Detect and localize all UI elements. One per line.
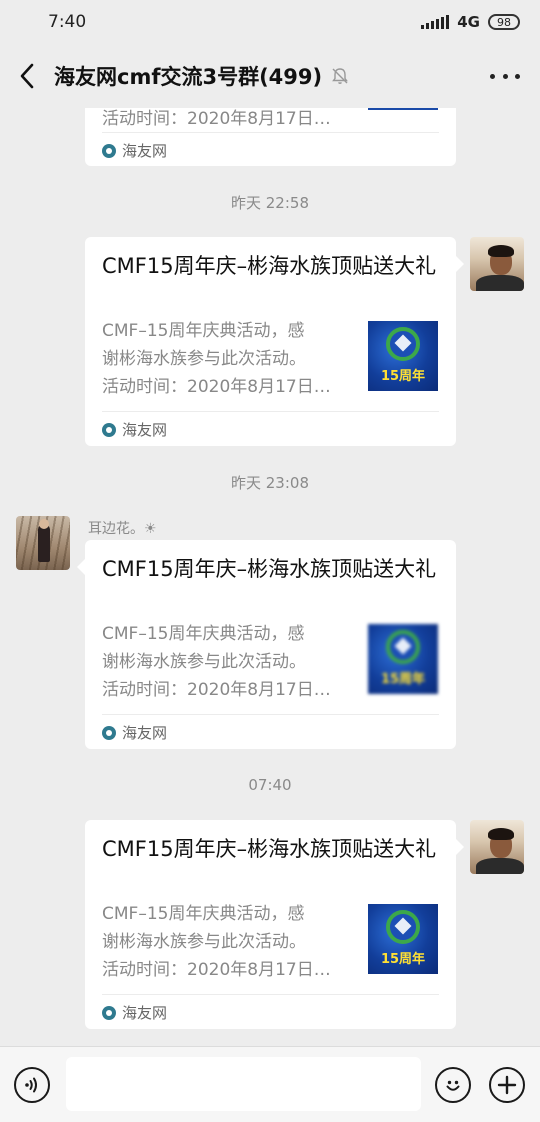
plus-button[interactable] [489, 1067, 525, 1103]
battery-icon: 98 [488, 14, 520, 30]
back-button[interactable] [0, 44, 54, 108]
chevron-left-icon [20, 63, 34, 89]
thumbnail-text: 15周年 [380, 672, 426, 687]
timestamp: 昨天 22:58 [231, 194, 309, 212]
avatar[interactable] [470, 237, 524, 291]
card-thumbnail: 15周年 [368, 904, 438, 974]
source-logo-icon [102, 725, 116, 740]
card-divider [102, 994, 439, 995]
card-divider [102, 714, 439, 715]
timestamp: 昨天 23:08 [231, 474, 309, 492]
plus-icon [497, 1075, 517, 1095]
card-source: 海友网 [102, 419, 167, 440]
card-source-name: 海友网 [122, 142, 168, 160]
card-source: 海友网 [102, 722, 167, 743]
card-source-name: 海友网 [122, 1004, 168, 1022]
bell-muted-icon [330, 66, 350, 86]
source-logo-icon [102, 143, 116, 158]
card-thumbnail: 15周年 [368, 321, 438, 391]
card-source: 海友网 [102, 1002, 167, 1023]
card-source-name: 海友网 [122, 724, 168, 742]
emoji-button[interactable] [435, 1067, 471, 1103]
more-button[interactable] [490, 62, 520, 90]
card-source: 海友网 [102, 140, 167, 161]
chat-title: 海友网cmf交流3号群(499) [54, 65, 323, 89]
source-logo-icon [102, 422, 116, 437]
emoji-icon [446, 1080, 460, 1091]
status-time: 7:40 [48, 12, 87, 32]
avatar[interactable] [470, 820, 524, 874]
thumbnail-text: 15周年 [380, 369, 426, 384]
card-description: CMF–15周年庆典活动，感 谢彬海水族参与此次活动。 活动时间：2020年8月… [102, 321, 331, 397]
input-bar [0, 1046, 540, 1122]
chat-header: 海友网cmf交流3号群(499) [0, 44, 540, 108]
card-source-name: 海友网 [122, 421, 168, 439]
card-description: CMF–15周年庆典活动，感 谢彬海水族参与此次活动。 活动时间：2020年8月… [102, 904, 331, 980]
voice-icon [25, 1077, 37, 1093]
status-bar: 7:40 4G 98 [0, 0, 540, 44]
avatar[interactable] [16, 516, 70, 570]
status-indicators: 4G 98 [421, 13, 520, 31]
more-dots-icon [490, 73, 495, 79]
bubble-tail [456, 839, 464, 855]
timestamp: 07:40 [248, 776, 292, 794]
card-description: 活动时间：2020年8月17日… [102, 109, 331, 129]
link-card[interactable]: CMF15周年庆–彬海水族顶贴送大礼 CMF–15周年庆典活动，感 谢彬海水族参… [85, 540, 456, 749]
card-title: CMF15周年庆–彬海水族顶贴送大礼 [102, 557, 437, 581]
link-card[interactable]: CMF15周年庆–彬海水族顶贴送大礼 CMF–15周年庆典活动，感 谢彬海水族参… [85, 237, 456, 446]
card-title: CMF15周年庆–彬海水族顶贴送大礼 [102, 837, 437, 861]
message-input[interactable] [66, 1057, 421, 1111]
signal-icon [421, 15, 450, 29]
card-thumbnail [368, 108, 438, 110]
sender-name: 耳边花。☀ [88, 521, 157, 537]
source-logo-icon [102, 1005, 116, 1020]
link-card[interactable]: CMF15周年庆–彬海水族顶贴送大礼 CMF–15周年庆典活动，感 谢彬海水族参… [85, 820, 456, 1029]
link-card[interactable]: 活动时间：2020年8月17日… 海友网 [85, 108, 456, 166]
thumbnail-text: 15周年 [380, 952, 426, 967]
card-thumbnail: 15周年 [368, 624, 438, 694]
bubble-tail [456, 256, 464, 272]
card-title: CMF15周年庆–彬海水族顶贴送大礼 [102, 254, 437, 278]
bubble-tail [77, 559, 85, 575]
network-type: 4G [457, 13, 480, 31]
message-list[interactable]: 活动时间：2020年8月17日… 海友网 昨天 22:58 CMF15周年庆–彬… [0, 108, 540, 1046]
card-divider [102, 411, 439, 412]
card-description: CMF–15周年庆典活动，感 谢彬海水族参与此次活动。 活动时间：2020年8月… [102, 624, 331, 700]
battery-level: 98 [497, 15, 511, 29]
voice-button[interactable] [14, 1067, 50, 1103]
card-divider [102, 132, 439, 133]
